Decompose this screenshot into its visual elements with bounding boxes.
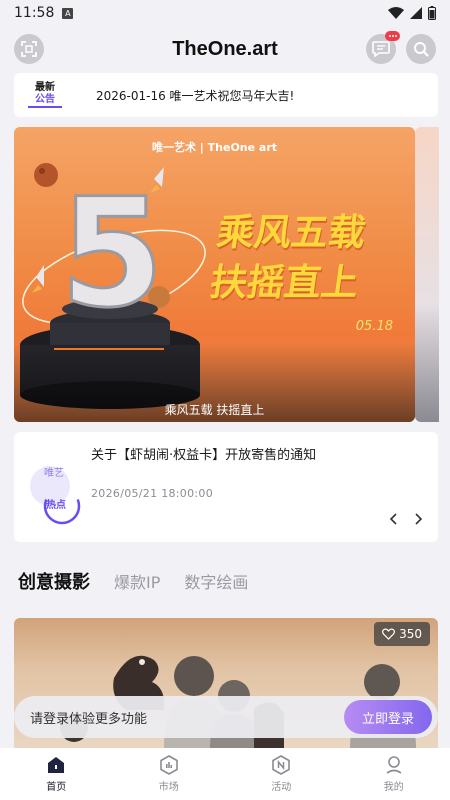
nav-profile-label: 我的: [383, 782, 404, 793]
tab-hot-ip[interactable]: 爆款IP: [114, 569, 160, 593]
search-icon: [414, 42, 429, 57]
nav-activity-label: 活动: [271, 782, 292, 793]
category-tabs: 创意摄影 爆款IP 数字绘画: [18, 568, 248, 594]
a-icon: A: [62, 7, 74, 19]
top-bar: TheOne.art: [0, 30, 450, 68]
tab-digital-painting[interactable]: 数字绘画: [184, 569, 248, 593]
message-badge: [385, 31, 400, 41]
news-nav: [388, 512, 424, 526]
hot-icon-top: 唯艺: [44, 468, 64, 479]
notice-tag-bottom: 公告: [28, 94, 62, 108]
news-card[interactable]: 唯艺 热点 关于【虾胡闹·权益卡】开放寄售的通知 2026/05/21 18:0…: [14, 432, 438, 542]
banner-carousel-slide[interactable]: 唯一艺术 | TheOne art 5 乘风五载 扶摇直上 05.18 乘风五载…: [14, 127, 415, 422]
banner-number: 5: [60, 167, 164, 341]
scan-button[interactable]: [14, 34, 44, 64]
status-time: 11:58: [14, 5, 55, 21]
message-button[interactable]: [366, 31, 400, 64]
tab-creative-photography[interactable]: 创意摄影: [18, 568, 90, 594]
notice-tag-top: 最新: [35, 82, 55, 93]
top-right-actions: [366, 31, 436, 64]
status-bar: 11:58 A: [0, 0, 450, 26]
news-next-button[interactable]: [414, 512, 424, 526]
chevron-right-icon: [415, 513, 423, 525]
notice-text: 2026-01-16 唯一艺术祝您马年大吉!: [96, 88, 295, 103]
hot-news-icon: 唯艺 热点: [28, 450, 84, 530]
banner-next-slide-peek[interactable]: [415, 127, 439, 422]
login-button[interactable]: 立即登录: [344, 700, 432, 734]
news-title: 关于【虾胡闹·权益卡】开放寄售的通知: [91, 448, 317, 463]
banner-headline-line1: 乘风五载: [214, 210, 369, 254]
nav-home[interactable]: 首页: [26, 755, 86, 793]
notice-tag: 最新 公告: [28, 82, 62, 108]
login-prompt-text: 请登录体验更多功能: [30, 711, 148, 727]
signal-icon: [410, 7, 422, 19]
message-icon: [372, 41, 390, 57]
banner-date: 05.18: [355, 319, 393, 334]
status-right: [388, 6, 436, 20]
banner-caption: 乘风五载 扶摇直上: [164, 403, 265, 417]
nav-activity[interactable]: 活动: [251, 755, 311, 793]
nav-market[interactable]: 市场: [139, 755, 199, 793]
search-button[interactable]: [406, 34, 436, 64]
hot-icon-bottom: 热点: [46, 500, 66, 511]
profile-icon: [386, 756, 402, 774]
nav-profile[interactable]: 我的: [364, 755, 424, 793]
bottom-nav: 首页 市场 活动 我的: [0, 748, 450, 800]
notice-card[interactable]: 最新 公告 2026-01-16 唯一艺术祝您马年大吉!: [14, 73, 438, 117]
login-prompt-bar: 请登录体验更多功能 立即登录: [14, 696, 438, 738]
app-title: TheOne.art: [172, 37, 278, 60]
activity-icon: [272, 755, 291, 775]
news-prev-button[interactable]: [388, 512, 398, 526]
banner-headline: 乘风五载 扶摇直上: [176, 207, 400, 307]
home-icon: [48, 757, 65, 773]
nav-market-label: 市场: [158, 782, 179, 793]
battery-icon: [428, 6, 436, 20]
like-count: 350: [399, 627, 422, 641]
nav-home-label: 首页: [46, 782, 67, 793]
scan-icon: [21, 41, 37, 57]
news-datetime: 2026/05/21 18:00:00: [91, 487, 214, 500]
banner-headline-line2: 扶摇直上: [207, 260, 362, 304]
chevron-left-icon: [389, 513, 397, 525]
status-left: 11:58 A: [14, 5, 74, 21]
like-chip[interactable]: 350: [374, 622, 430, 646]
heart-icon: [382, 628, 396, 640]
wifi-icon: [388, 7, 404, 19]
market-icon: [159, 755, 178, 775]
